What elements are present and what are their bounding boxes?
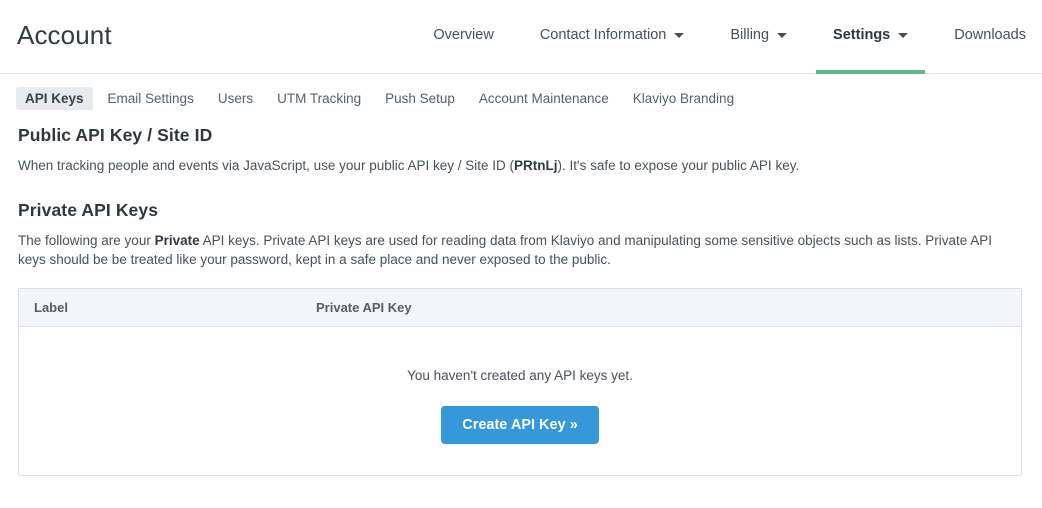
api-keys-table: Label Private API Key You haven't create… (18, 288, 1022, 476)
column-header-private-api-key: Private API Key (316, 300, 412, 315)
nav-item-label: Contact Information (539, 26, 667, 43)
private-desc-emphasis: Private (154, 233, 200, 248)
subnav-item-push-setup[interactable]: Push Setup (376, 87, 464, 110)
private-api-keys-heading: Private API Keys (18, 200, 159, 220)
nav-item-downloads[interactable]: Downloads (954, 0, 1026, 73)
chevron-down-icon (777, 33, 788, 38)
table-empty-state: You haven't created any API keys yet. Cr… (19, 327, 1021, 475)
nav-item-contact-information[interactable]: Contact Information (540, 0, 685, 73)
nav-item-label: Downloads (954, 26, 1026, 43)
main-content: Public API Key / Site ID When tracking p… (0, 125, 1042, 476)
public-desc-before: When tracking people and events via Java… (18, 158, 514, 173)
main-navigation: Overview Contact Information Billing Set… (433, 0, 1026, 74)
public-site-id-value: PRtnLj (514, 158, 558, 173)
chevron-down-icon (674, 33, 685, 38)
nav-item-settings[interactable]: Settings (816, 0, 926, 74)
nav-item-label: Overview (433, 26, 494, 43)
subnav-item-users[interactable]: Users (209, 87, 262, 110)
active-nav-underline (816, 70, 926, 74)
subnav-item-klaviyo-branding[interactable]: Klaviyo Branding (624, 87, 743, 110)
nav-item-overview[interactable]: Overview (433, 0, 493, 73)
subnav-item-account-maintenance[interactable]: Account Maintenance (470, 87, 618, 110)
table-header-row: Label Private API Key (19, 289, 1021, 327)
top-header-bar: Account Overview Contact Information Bil… (0, 0, 1042, 74)
private-api-keys-description: The following are your Private API keys.… (18, 231, 1023, 269)
public-api-key-description: When tracking people and events via Java… (18, 156, 1023, 175)
private-desc-part1: The following are your (18, 233, 155, 248)
empty-state-message: You haven't created any API keys yet. (407, 368, 633, 383)
nav-item-label: Billing (730, 26, 770, 43)
column-header-label: Label (34, 300, 68, 315)
settings-subnav: API Keys Email Settings Users UTM Tracki… (0, 74, 1042, 110)
subnav-item-email-settings[interactable]: Email Settings (99, 87, 203, 110)
nav-item-billing[interactable]: Billing (730, 0, 788, 73)
subnav-item-api-keys[interactable]: API Keys (16, 87, 93, 110)
subnav-item-utm-tracking[interactable]: UTM Tracking (268, 87, 370, 110)
create-api-key-button[interactable]: Create API Key » (441, 406, 599, 444)
page-title: Account (17, 19, 112, 50)
public-api-key-heading: Public API Key / Site ID (18, 125, 213, 145)
public-desc-after: ). It's safe to expose your public API k… (557, 158, 800, 173)
nav-item-label: Settings (833, 26, 891, 43)
chevron-down-icon (898, 33, 909, 38)
